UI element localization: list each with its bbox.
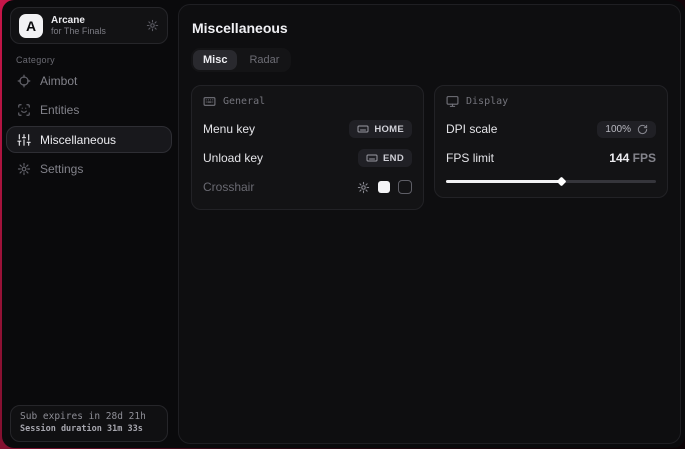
sidebar: A Arcane for The Finals Category: [2, 0, 176, 448]
general-card-title: General: [223, 96, 265, 107]
keyboard-icon: [357, 123, 369, 135]
unload-key-label: Unload key: [203, 151, 263, 165]
crosshair-color-swatch[interactable]: [378, 181, 390, 193]
session-duration-text: Session duration 31m 33s: [20, 424, 158, 434]
crosshair-row: Crosshair: [203, 176, 412, 198]
sidebar-item-label: Settings: [40, 162, 83, 176]
fps-limit-slider[interactable]: [446, 176, 656, 186]
menu-key-row: Menu key HOME: [203, 118, 412, 140]
tab-bar: Misc Radar: [191, 48, 291, 72]
gear-icon[interactable]: [146, 19, 159, 32]
dpi-scale-value: 100%: [605, 124, 631, 135]
category-label: Category: [16, 55, 55, 65]
fps-limit-row: FPS limit 144 FPS: [446, 147, 656, 169]
menu-key-label: Menu key: [203, 122, 255, 136]
sidebar-item-label: Entities: [40, 103, 79, 117]
crosshair-icon: [17, 74, 31, 88]
crosshair-controls: [357, 180, 412, 194]
subscription-info: Sub expires in 28d 21h Session duration …: [10, 405, 168, 442]
crosshair-label: Crosshair: [203, 180, 254, 194]
sub-expires-text: Sub expires in 28d 21h: [20, 411, 158, 422]
display-card-header: Display: [446, 95, 656, 108]
menu-key-value: HOME: [374, 124, 404, 135]
sliders-icon: [17, 133, 31, 147]
tab-radar[interactable]: Radar: [239, 50, 289, 70]
monitor-icon: [446, 95, 459, 108]
crosshair-checkbox[interactable]: [398, 180, 412, 194]
keyboard-icon: [203, 95, 216, 108]
dpi-scale-label: DPI scale: [446, 122, 497, 136]
dpi-scale-control[interactable]: 100%: [597, 121, 656, 138]
display-card: Display DPI scale 100%: [434, 85, 668, 198]
app-subtitle: for The Finals: [51, 26, 138, 36]
main-panel: Miscellaneous Misc Radar General: [178, 4, 681, 444]
slider-fill: [446, 180, 561, 183]
fps-limit-label: FPS limit: [446, 151, 494, 165]
general-card: General Menu key HOME Unload key: [191, 85, 424, 210]
display-card-title: Display: [466, 96, 508, 107]
unload-key-value: END: [383, 153, 404, 164]
slider-thumb[interactable]: [556, 176, 566, 186]
general-card-header: General: [203, 95, 412, 108]
refresh-icon[interactable]: [637, 124, 648, 135]
sidebar-item-label: Aimbot: [40, 74, 77, 88]
sidebar-nav: Aimbot Entities: [6, 68, 172, 185]
fps-number: 144: [609, 151, 629, 165]
scan-face-icon: [17, 103, 31, 117]
tab-misc[interactable]: Misc: [193, 50, 237, 70]
keyboard-icon: [366, 152, 378, 164]
sidebar-item-label: Miscellaneous: [40, 133, 116, 147]
app-logo: A: [19, 14, 43, 38]
app-window: A Arcane for The Finals Category: [2, 0, 685, 448]
fps-limit-value: 144 FPS: [609, 151, 656, 165]
user-meta: Arcane for The Finals: [51, 15, 138, 37]
app-name: Arcane: [51, 15, 138, 27]
fps-unit: FPS: [629, 151, 656, 165]
sidebar-item-aimbot[interactable]: Aimbot: [6, 68, 172, 94]
user-card: A Arcane for The Finals: [10, 7, 168, 44]
gear-icon: [17, 162, 31, 176]
menu-key-button[interactable]: HOME: [349, 120, 412, 138]
sidebar-item-entities[interactable]: Entities: [6, 97, 172, 123]
cards-row: General Menu key HOME Unload key: [191, 85, 668, 210]
sidebar-item-settings[interactable]: Settings: [6, 156, 172, 182]
dpi-scale-row: DPI scale 100%: [446, 118, 656, 140]
sidebar-item-miscellaneous[interactable]: Miscellaneous: [6, 126, 172, 153]
gear-icon[interactable]: [357, 181, 370, 194]
unload-key-button[interactable]: END: [358, 149, 412, 167]
unload-key-row: Unload key END: [203, 147, 412, 169]
page-title: Miscellaneous: [192, 20, 668, 36]
